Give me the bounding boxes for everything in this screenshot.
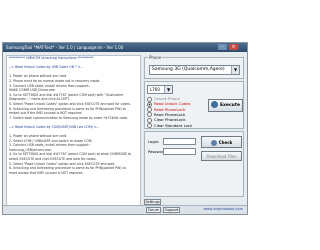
window-title: SamsungTool *MAT-Test* - Ver 1.0 | Langu… bbox=[6, 45, 124, 50]
operation-option-label: Clear Standard Lock bbox=[154, 122, 193, 128]
chevron-down-icon: ▼ bbox=[231, 66, 239, 74]
check-account-button[interactable]: Check Account bbox=[201, 136, 242, 156]
forum-button[interactable]: Forum bbox=[146, 207, 161, 213]
login-group: Login: Password: Check Account Download … bbox=[144, 131, 244, 197]
support-button[interactable]: Support bbox=[163, 207, 180, 213]
download-files-button[interactable]: Download Files bbox=[201, 151, 242, 161]
operations-group: L760 ▼ Unlock Phone Read Unlock Codes Read… bbox=[144, 81, 244, 129]
execute-label: Execute bbox=[219, 103, 241, 108]
account-icon bbox=[210, 140, 217, 146]
log-line: 7. Switch back communication to Samsung … bbox=[9, 115, 129, 120]
operation-option[interactable]: Clear Standard Lock bbox=[147, 122, 193, 128]
phone-model-select[interactable]: Samsung 3G (Qualcomm,Agere) ▼ bbox=[149, 65, 240, 75]
port-select[interactable]: L760 ▼ bbox=[147, 85, 173, 94]
operation-option-label: Clear PhoneLock bbox=[154, 117, 186, 123]
phone-model-value: Samsung 3G (Qualcomm,Agere) bbox=[152, 67, 225, 72]
operation-option-label: Read Unlock Codes bbox=[154, 101, 191, 107]
settings-button[interactable]: Settings bbox=[144, 199, 161, 205]
operation-option-label: Unlock Phone bbox=[154, 96, 180, 101]
close-button[interactable]: × bbox=[229, 44, 238, 50]
login-label: Login: bbox=[148, 139, 160, 144]
settings-label: Settings bbox=[145, 200, 160, 204]
main-window: SamsungTool *MAT-Test* - Ver 1.0 | Langu… bbox=[2, 42, 248, 215]
status-bar: Forum Support www.instantwood.com bbox=[3, 205, 247, 214]
forum-label: Forum bbox=[147, 208, 160, 212]
log-line: 5. Select "Read Unlock Codes" option and… bbox=[9, 101, 131, 106]
control-panel: Phone Samsung 3G (Qualcomm,Agere) ▼ L760… bbox=[144, 55, 245, 207]
operation-option-label: Read PhoneLock bbox=[154, 106, 186, 112]
title-bar: SamsungTool *MAT-Test* - Ver 1.0 | Langu… bbox=[3, 43, 247, 52]
password-input[interactable] bbox=[163, 148, 196, 155]
operation-option-label: Read PhoneLock bbox=[154, 111, 186, 117]
chevron-down-icon: ▼ bbox=[164, 86, 172, 93]
execute-icon bbox=[210, 101, 218, 108]
instructions-log[interactable]: ********** OMNI-TM Unlocking Instruction… bbox=[6, 55, 141, 207]
minimize-button[interactable]: – bbox=[218, 44, 227, 50]
radio-icon[interactable] bbox=[147, 123, 152, 128]
phone-group-label: Phone bbox=[148, 55, 163, 60]
support-label: Support bbox=[164, 208, 179, 212]
login-input[interactable] bbox=[163, 138, 196, 145]
website-link[interactable]: www.instantwood.com bbox=[204, 207, 243, 211]
phone-group: Phone Samsung 3G (Qualcomm,Agere) ▼ bbox=[144, 55, 244, 79]
download-files-label: Download Files bbox=[206, 154, 237, 159]
port-value: L760 bbox=[150, 87, 160, 92]
execute-button[interactable]: Execute bbox=[208, 99, 243, 112]
